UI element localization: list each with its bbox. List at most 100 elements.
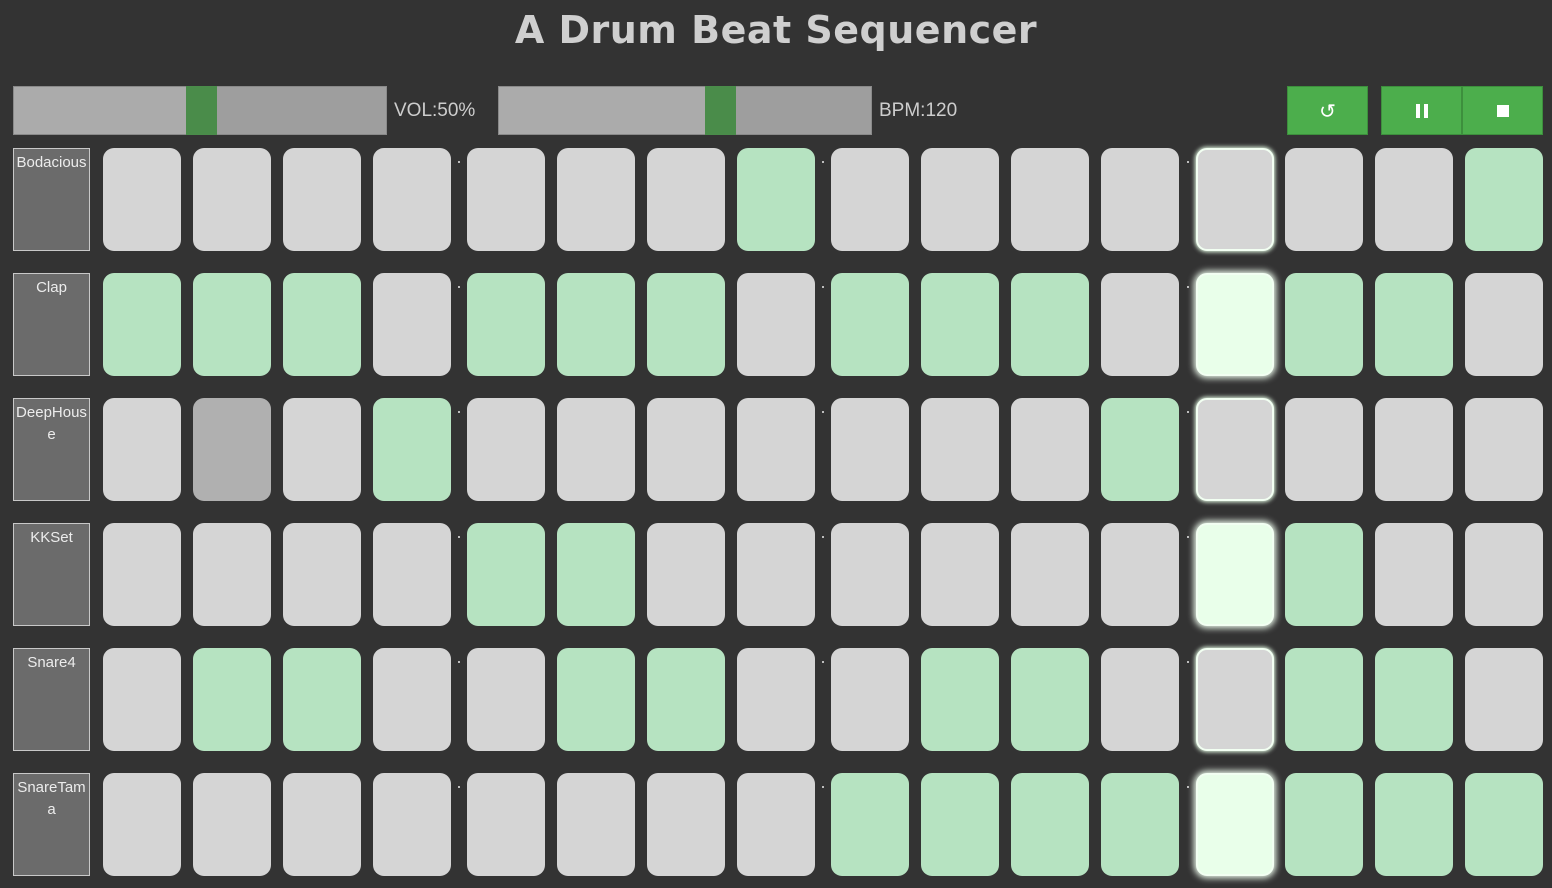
step-pad[interactable] [647, 773, 725, 876]
step-pad[interactable] [1011, 648, 1089, 751]
step-pad[interactable] [103, 648, 181, 751]
step-pad[interactable] [831, 523, 909, 626]
step-pad[interactable] [373, 523, 451, 626]
step-pad[interactable] [557, 148, 635, 251]
step-pad[interactable] [1101, 273, 1179, 376]
step-pad[interactable] [193, 273, 271, 376]
step-pad[interactable] [103, 273, 181, 376]
stop-button[interactable] [1462, 86, 1543, 135]
step-pad[interactable] [1375, 273, 1453, 376]
step-pad[interactable] [1465, 648, 1543, 751]
step-pad[interactable] [1375, 398, 1453, 501]
step-pad[interactable] [1465, 523, 1543, 626]
step-pad[interactable] [831, 773, 909, 876]
step-pad[interactable] [1101, 648, 1179, 751]
step-pad[interactable] [1285, 148, 1363, 251]
step-pad[interactable] [1196, 398, 1274, 501]
step-pad[interactable] [921, 398, 999, 501]
tempo-slider-thumb[interactable] [705, 86, 736, 135]
track-label-kkset[interactable]: KKSet [13, 523, 90, 626]
step-pad[interactable] [557, 273, 635, 376]
step-pad[interactable] [647, 523, 725, 626]
step-pad[interactable] [557, 523, 635, 626]
pause-button[interactable] [1381, 86, 1462, 135]
step-pad[interactable] [1011, 273, 1089, 376]
step-pad[interactable] [283, 648, 361, 751]
step-pad[interactable] [647, 273, 725, 376]
step-pad[interactable] [1196, 648, 1274, 751]
step-pad[interactable] [103, 398, 181, 501]
step-pad[interactable] [1196, 773, 1274, 876]
step-pad[interactable] [193, 523, 271, 626]
step-pad[interactable] [557, 398, 635, 501]
step-pad[interactable] [1011, 523, 1089, 626]
step-pad[interactable] [283, 398, 361, 501]
step-pad[interactable] [921, 523, 999, 626]
step-pad[interactable] [1285, 648, 1363, 751]
track-label-snaretama[interactable]: SnareTama [13, 773, 90, 876]
step-pad[interactable] [921, 648, 999, 751]
step-pad[interactable] [373, 148, 451, 251]
step-pad[interactable] [1285, 773, 1363, 876]
step-pad[interactable] [467, 148, 545, 251]
volume-slider-thumb[interactable] [186, 86, 217, 135]
volume-slider[interactable] [13, 86, 387, 135]
step-pad[interactable] [1101, 398, 1179, 501]
step-pad[interactable] [1101, 523, 1179, 626]
step-pad[interactable] [1375, 648, 1453, 751]
step-pad[interactable] [737, 398, 815, 501]
step-pad[interactable] [103, 523, 181, 626]
step-pad[interactable] [737, 523, 815, 626]
step-pad[interactable] [831, 273, 909, 376]
step-pad[interactable] [647, 648, 725, 751]
step-pad[interactable] [1196, 148, 1274, 251]
step-pad[interactable] [373, 273, 451, 376]
step-pad[interactable] [283, 148, 361, 251]
step-pad[interactable] [283, 773, 361, 876]
step-pad[interactable] [373, 773, 451, 876]
track-label-clap[interactable]: Clap [13, 273, 90, 376]
step-pad[interactable] [193, 773, 271, 876]
step-pad[interactable] [1101, 148, 1179, 251]
step-pad[interactable] [1285, 523, 1363, 626]
step-pad[interactable] [103, 773, 181, 876]
step-pad[interactable] [921, 148, 999, 251]
step-pad[interactable] [737, 648, 815, 751]
step-pad[interactable] [831, 648, 909, 751]
step-pad[interactable] [1375, 773, 1453, 876]
step-pad[interactable] [1375, 148, 1453, 251]
step-pad[interactable] [831, 148, 909, 251]
step-pad[interactable] [373, 648, 451, 751]
step-pad[interactable] [647, 398, 725, 501]
step-pad[interactable] [1011, 398, 1089, 501]
tempo-slider[interactable] [498, 86, 872, 135]
step-pad[interactable] [283, 273, 361, 376]
step-pad[interactable] [373, 398, 451, 501]
step-pad[interactable] [1011, 773, 1089, 876]
reset-button[interactable]: ↺ [1287, 86, 1368, 135]
step-pad[interactable] [467, 273, 545, 376]
step-pad[interactable] [921, 273, 999, 376]
step-pad[interactable] [193, 148, 271, 251]
step-pad[interactable] [467, 523, 545, 626]
step-pad[interactable] [467, 398, 545, 501]
step-pad[interactable] [1285, 398, 1363, 501]
step-pad[interactable] [1465, 148, 1543, 251]
track-label-bodacious[interactable]: Bodacious [13, 148, 90, 251]
step-pad[interactable] [1101, 773, 1179, 876]
step-pad[interactable] [1285, 273, 1363, 376]
step-pad[interactable] [737, 773, 815, 876]
step-pad[interactable] [1375, 523, 1453, 626]
step-pad[interactable] [193, 398, 271, 501]
step-pad[interactable] [467, 773, 545, 876]
step-pad[interactable] [193, 648, 271, 751]
track-label-snare4[interactable]: Snare4 [13, 648, 90, 751]
step-pad[interactable] [103, 148, 181, 251]
step-pad[interactable] [737, 148, 815, 251]
step-pad[interactable] [1196, 523, 1274, 626]
step-pad[interactable] [1011, 148, 1089, 251]
step-pad[interactable] [557, 773, 635, 876]
step-pad[interactable] [737, 273, 815, 376]
step-pad[interactable] [1196, 273, 1274, 376]
track-label-deephouse[interactable]: DeepHouse [13, 398, 90, 501]
